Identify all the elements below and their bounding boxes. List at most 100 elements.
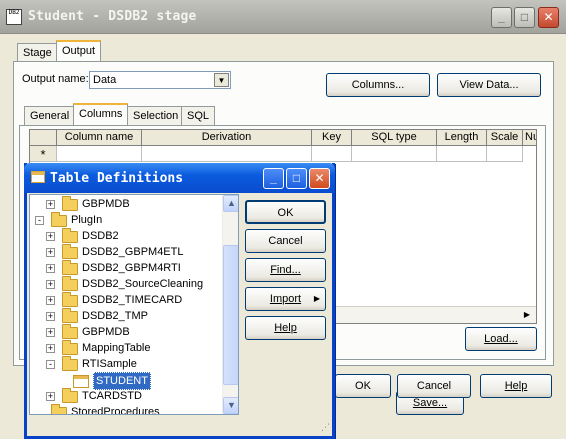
tab-sql[interactable]: SQL — [181, 106, 216, 126]
dialog-import-button[interactable]: Import ▶ — [245, 287, 326, 311]
tab-general[interactable]: General — [24, 106, 76, 126]
close-button[interactable]: ✕ — [538, 7, 559, 28]
expand-icon[interactable]: + — [46, 200, 55, 209]
folder-icon — [62, 244, 78, 259]
grid-cell[interactable] — [352, 146, 437, 162]
tree-item[interactable]: + DSDB2_TMP — [30, 308, 222, 324]
folder-icon — [62, 356, 78, 371]
expand-icon[interactable]: + — [46, 312, 55, 321]
col-header-length[interactable]: Length — [437, 130, 487, 146]
tab-columns[interactable]: Columns — [73, 103, 129, 125]
expand-icon[interactable]: + — [46, 232, 55, 241]
stage-window-title: Student - DSDB2 stage — [28, 9, 197, 24]
tree-item-label: GBPMDB — [82, 198, 130, 210]
col-header-sql-type[interactable]: SQL type — [352, 130, 437, 146]
tree-item[interactable]: + GBPMDB — [30, 196, 222, 212]
table-definitions-title: Table Definitions — [50, 171, 184, 186]
grid-corner-cell — [30, 130, 57, 146]
folder-icon — [62, 308, 78, 323]
collapse-icon[interactable]: - — [46, 360, 55, 369]
folder-icon — [62, 340, 78, 355]
expand-icon[interactable]: + — [46, 344, 55, 353]
dialog-minimize-button[interactable]: _ — [263, 168, 284, 189]
tree-item[interactable]: + DSDB2 — [30, 228, 222, 244]
tree-item[interactable]: + DSDB2_TIMECARD — [30, 292, 222, 308]
tree-item-label: RTISample — [82, 358, 137, 370]
cancel-button[interactable]: Cancel — [397, 374, 471, 398]
tree-item[interactable]: STUDENT — [30, 372, 222, 390]
load-button[interactable]: Load... — [465, 327, 537, 351]
help-button[interactable]: Help — [480, 374, 552, 398]
grid-cell[interactable] — [312, 146, 352, 162]
tree-item[interactable]: + DSDB2_SourceCleaning — [30, 276, 222, 292]
tree-item-label: MappingTable — [82, 342, 151, 354]
tree-item-label: PlugIn — [71, 214, 103, 226]
tree-item-label: DSDB2_TMP — [82, 310, 149, 322]
dialog-cancel-button[interactable]: Cancel — [245, 229, 326, 253]
grid-cell[interactable] — [487, 146, 523, 162]
maximize-button[interactable]: □ — [514, 7, 535, 28]
output-name-label: Output name: — [22, 73, 89, 85]
tree-vscrollbar[interactable]: ▲ ▼ — [222, 195, 238, 414]
col-header-derivation[interactable]: Derivation — [142, 130, 312, 146]
grid-cell[interactable] — [142, 146, 312, 162]
folder-icon — [62, 196, 78, 211]
col-header-nullable[interactable]: Nu — [523, 130, 536, 146]
submenu-arrow-icon: ▶ — [313, 294, 320, 303]
tree-item[interactable]: + TCARDSTD — [30, 388, 222, 404]
table-definitions-tree[interactable]: + GBPMDB - PlugIn + DSDB2 + DSDB2_GBPM4ETL + DSDB… — [29, 194, 239, 415]
folder-icon — [51, 404, 67, 414]
table-definitions-dialog: Table Definitions _ □ ✕ + GBPMDB - PlugIn + D… — [24, 163, 335, 439]
col-header-column-name[interactable]: Column name — [57, 130, 142, 146]
expand-icon[interactable]: + — [46, 280, 55, 289]
tree-item-label: DSDB2_SourceCleaning — [82, 278, 204, 290]
tree-item[interactable]: + GBPMDB — [30, 324, 222, 340]
tab-output[interactable]: Output — [56, 40, 102, 62]
close-icon: ✕ — [543, 10, 554, 24]
expand-icon[interactable]: + — [46, 248, 55, 257]
scroll-thumb[interactable] — [223, 245, 238, 385]
dialog-help-button[interactable]: Help — [245, 316, 326, 340]
dialog-find-button[interactable]: Find... — [245, 258, 326, 282]
col-header-key[interactable]: Key — [312, 130, 352, 146]
ok-button[interactable]: OK — [335, 374, 391, 398]
output-name-combo[interactable]: Data ▼ — [89, 71, 231, 89]
dialog-close-button[interactable]: ✕ — [309, 168, 330, 189]
tab-stage[interactable]: Stage — [17, 43, 58, 63]
chevron-down-icon[interactable]: ▼ — [214, 73, 229, 87]
grid-cell[interactable] — [57, 146, 142, 162]
minimize-icon: _ — [498, 10, 505, 24]
scroll-right-arrow-icon[interactable]: ▶ — [520, 308, 534, 322]
resize-grip-icon[interactable]: ⋰ — [316, 420, 330, 434]
close-icon: ✕ — [314, 171, 325, 185]
view-data-button[interactable]: View Data... — [437, 73, 541, 97]
scroll-down-arrow-icon[interactable]: ▼ — [223, 397, 238, 414]
tree-item-label: StoredProcedures — [71, 406, 160, 415]
minimize-button[interactable]: _ — [491, 7, 512, 28]
maximize-icon: □ — [292, 171, 301, 185]
expand-icon[interactable]: + — [46, 264, 55, 273]
expand-icon[interactable]: + — [46, 328, 55, 337]
tree-item[interactable]: + MappingTable — [30, 340, 222, 356]
col-header-scale[interactable]: Scale — [487, 130, 523, 146]
stage-window-titlebar[interactable]: DB2 Student - DSDB2 stage _ □ ✕ — [0, 0, 566, 34]
folder-icon — [62, 292, 78, 307]
tree-item-label: GBPMDB — [82, 326, 130, 338]
columns-button[interactable]: Columns... — [326, 73, 430, 97]
scroll-up-arrow-icon[interactable]: ▲ — [223, 195, 238, 212]
dialog-maximize-button[interactable]: □ — [286, 168, 307, 189]
tree-item[interactable]: StoredProcedures — [30, 404, 222, 415]
tree-item[interactable]: + DSDB2_GBPM4ETL — [30, 244, 222, 260]
grid-cell[interactable] — [437, 146, 487, 162]
tree-item[interactable]: + DSDB2_GBPM4RTI — [30, 260, 222, 276]
tree-item[interactable]: - PlugIn — [30, 212, 222, 228]
new-row-marker: * — [30, 146, 57, 162]
tree-item[interactable]: - RTISample — [30, 356, 222, 372]
maximize-icon: □ — [520, 10, 529, 24]
table-definitions-titlebar[interactable]: Table Definitions _ □ ✕ — [24, 163, 335, 193]
expand-icon[interactable]: + — [46, 296, 55, 305]
expand-icon[interactable]: + — [46, 392, 55, 401]
tab-selection[interactable]: Selection — [127, 106, 185, 126]
dialog-ok-button[interactable]: OK — [245, 200, 326, 224]
collapse-icon[interactable]: - — [35, 216, 44, 225]
